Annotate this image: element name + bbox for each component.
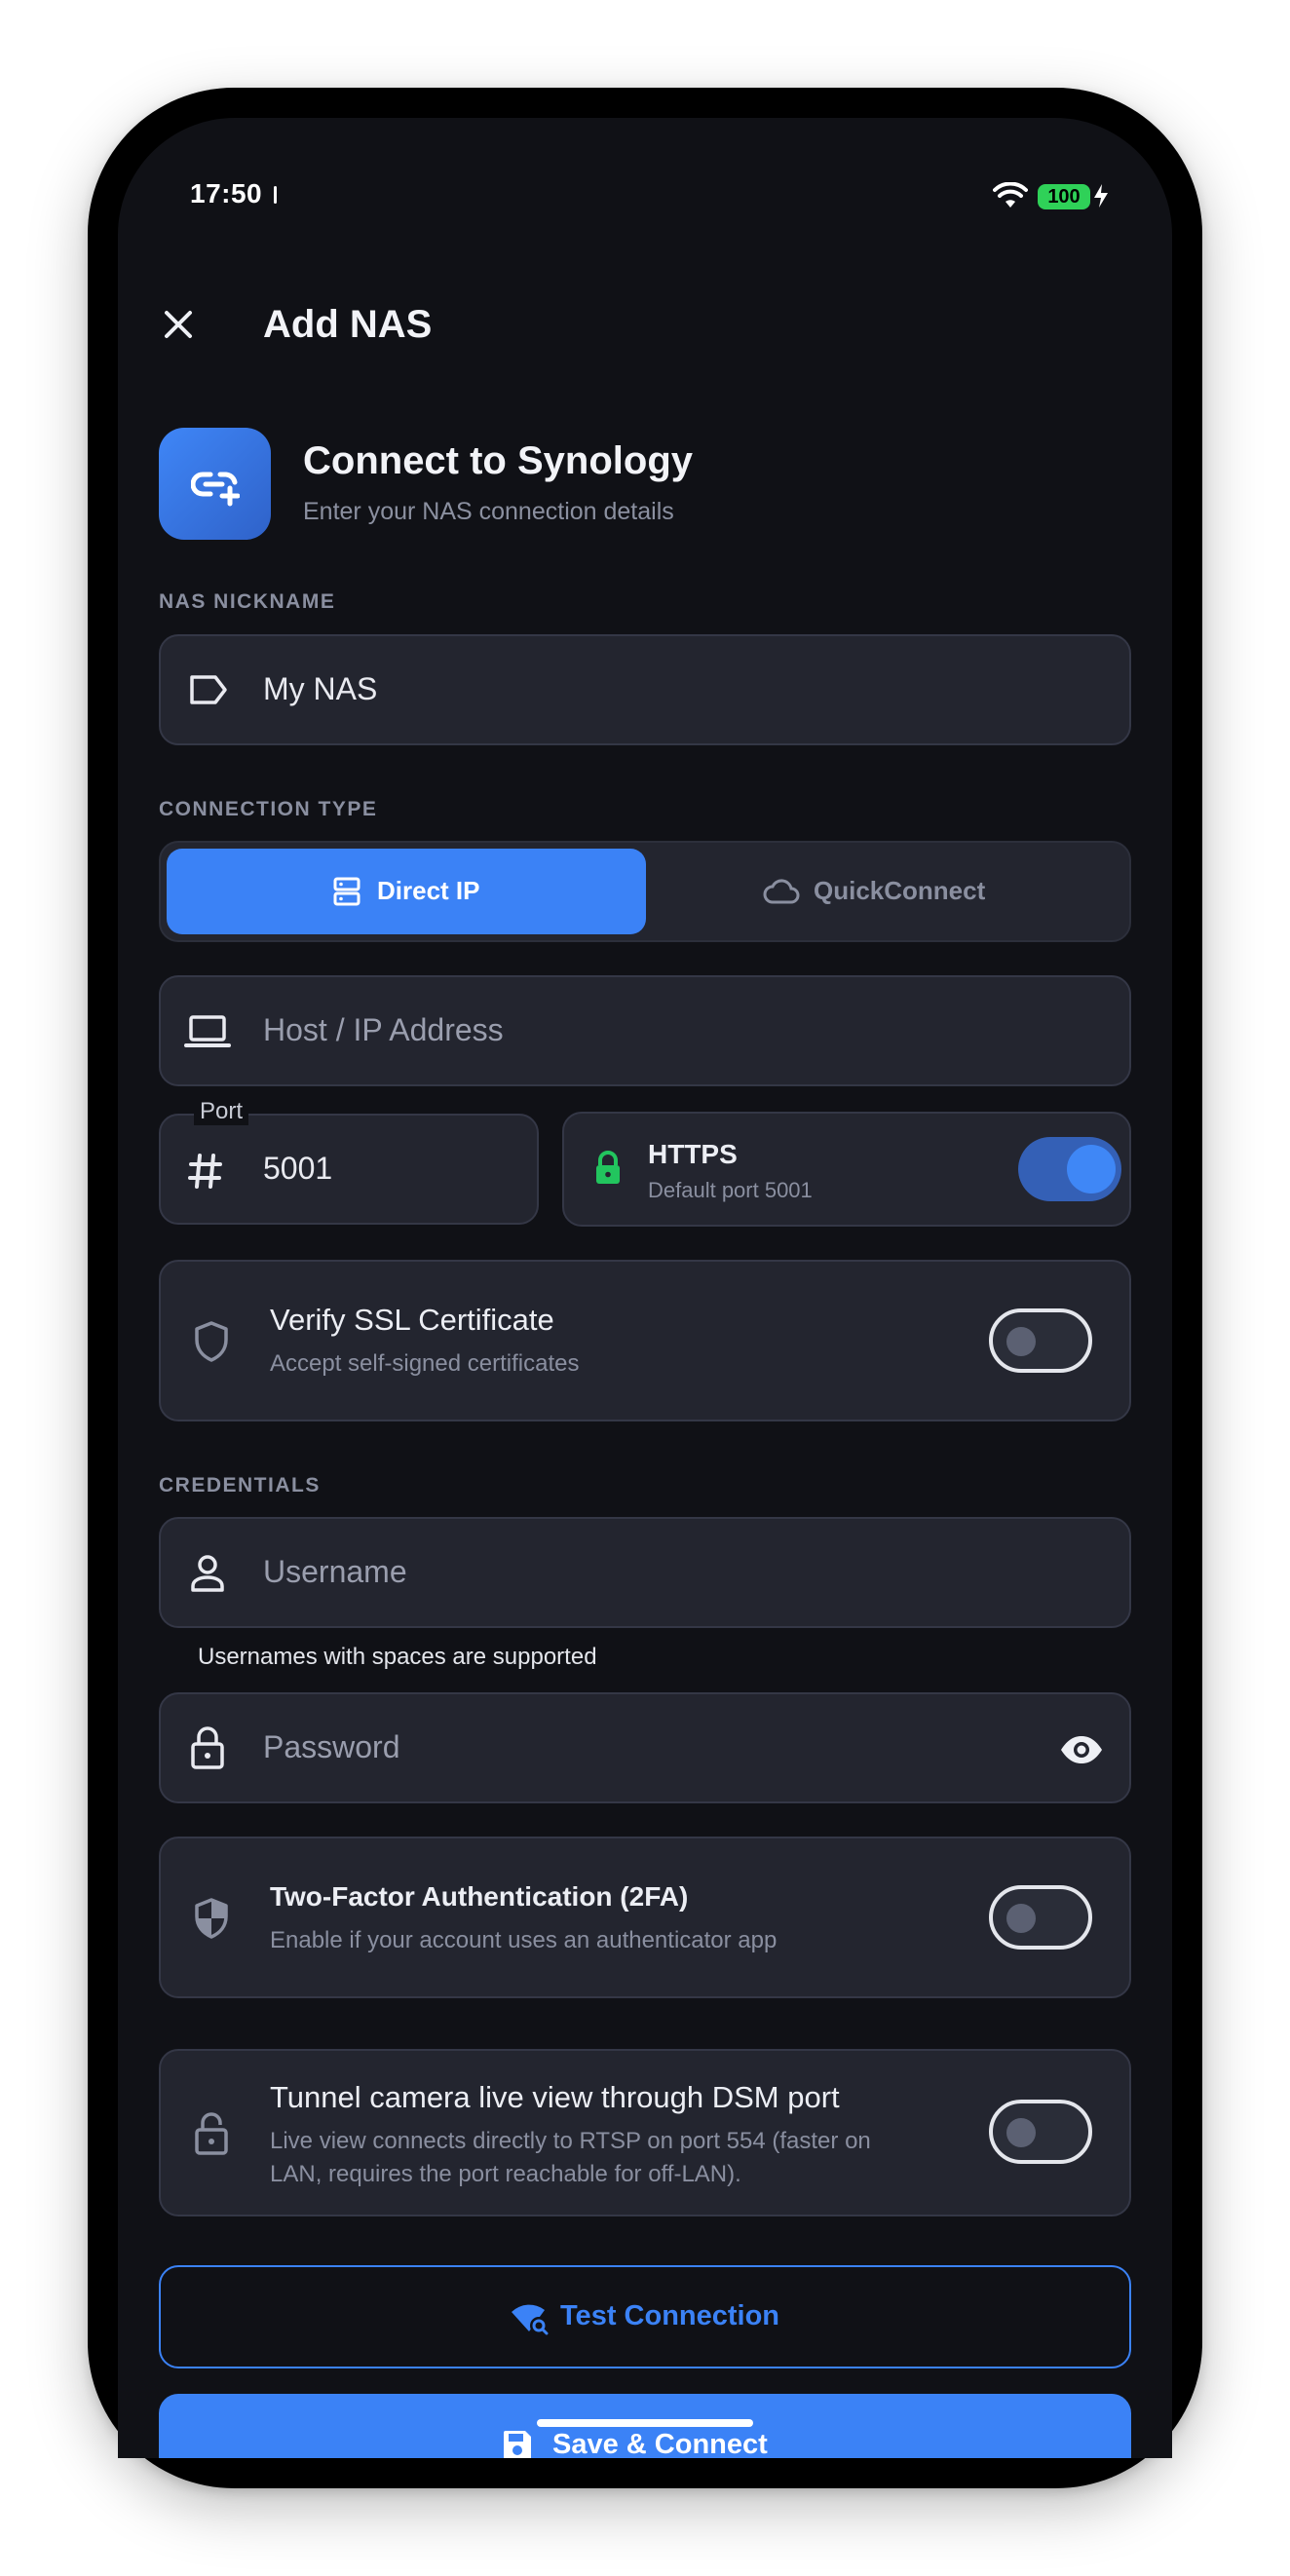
toggle-knob — [1067, 1145, 1116, 1193]
nickname-field[interactable]: My NAS — [159, 634, 1131, 745]
laptop-icon — [184, 1015, 231, 1047]
shield-half-icon — [195, 1898, 228, 1939]
segment-quickconnect-label: QuickConnect — [814, 876, 986, 905]
link-plus-icon — [191, 472, 240, 507]
app-screen: 17:50 100 Add NAS Connect to Synology En… — [118, 118, 1172, 2458]
port-label: Port — [194, 1098, 249, 1125]
test-connection-button[interactable]: Test Connection — [159, 2265, 1131, 2368]
intro-title: Connect to Synology — [303, 439, 693, 482]
tunnel-toggle[interactable] — [989, 2100, 1092, 2164]
connection-logo — [159, 428, 271, 540]
hash-icon — [188, 1154, 222, 1189]
home-indicator — [537, 2419, 753, 2427]
toggle-knob — [1006, 1327, 1036, 1356]
toggle-knob — [1006, 1904, 1036, 1933]
port-value: 5001 — [263, 1151, 333, 1186]
tunnel-subtitle-line2: LAN, requires the port reachable for off… — [270, 2161, 741, 2187]
https-toggle[interactable] — [1018, 1137, 1121, 1201]
host-input[interactable]: Host / IP Address — [159, 975, 1131, 1086]
ssl-subtitle: Accept self-signed certificates — [270, 1350, 580, 1377]
lock-open-icon — [195, 2112, 228, 2155]
test-connection-label: Test Connection — [560, 2300, 780, 2331]
ssl-card: Verify SSL Certificate Accept self-signe… — [159, 1260, 1131, 1421]
password-placeholder: Password — [263, 1729, 400, 1764]
wifi-search-icon — [512, 2304, 549, 2335]
port-input[interactable]: 5001 — [159, 1114, 539, 1225]
status-time: 17:50 — [190, 178, 263, 208]
intro-subtitle: Enter your NAS connection details — [303, 498, 674, 525]
tunnel-title: Tunnel camera live view through DSM port — [270, 2080, 840, 2114]
tunnel-card: Tunnel camera live view through DSM port… — [159, 2049, 1131, 2216]
save-icon — [504, 2431, 531, 2458]
page-title: Add NAS — [263, 303, 433, 346]
lock-icon — [596, 1151, 620, 1184]
username-input[interactable]: Username — [159, 1517, 1131, 1628]
person-icon — [191, 1555, 224, 1592]
two-factor-card: Two-Factor Authentication (2FA) Enable i… — [159, 1837, 1131, 1998]
cloud-icon — [763, 879, 800, 904]
ssl-toggle[interactable] — [989, 1308, 1092, 1373]
https-title: HTTPS — [648, 1139, 738, 1169]
charging-icon — [1094, 184, 1108, 208]
username-placeholder: Username — [263, 1554, 407, 1589]
host-placeholder: Host / IP Address — [263, 1012, 504, 1047]
lock-icon — [191, 1726, 224, 1769]
wifi-icon — [993, 182, 1028, 208]
shield-outline-icon — [195, 1321, 228, 1362]
section-label-connection-type: CONNECTION TYPE — [159, 798, 378, 820]
https-subtitle: Default port 5001 — [648, 1178, 813, 1202]
server-icon — [333, 877, 360, 906]
two-factor-subtitle: Enable if your account uses an authentic… — [270, 1927, 778, 1953]
two-factor-toggle[interactable] — [989, 1885, 1092, 1950]
label-icon — [190, 675, 227, 704]
segment-direct-ip[interactable]: Direct IP — [167, 849, 646, 934]
nickname-value: My NAS — [263, 671, 378, 706]
toggle-knob — [1006, 2118, 1036, 2147]
ssl-title: Verify SSL Certificate — [270, 1303, 554, 1337]
password-input[interactable]: Password — [159, 1692, 1131, 1803]
status-indicator — [274, 186, 277, 204]
two-factor-title: Two-Factor Authentication (2FA) — [270, 1881, 689, 1912]
https-card: HTTPS Default port 5001 — [562, 1112, 1131, 1227]
segment-direct-ip-label: Direct IP — [377, 876, 480, 905]
username-helper-text: Usernames with spaces are supported — [198, 1644, 597, 1670]
battery-indicator: 100 — [1038, 184, 1090, 209]
close-icon[interactable] — [155, 301, 202, 348]
section-label-credentials: CREDENTIALS — [159, 1474, 321, 1496]
tunnel-subtitle-line1: Live view connects directly to RTSP on p… — [270, 2128, 871, 2154]
segment-quickconnect[interactable]: QuickConnect — [654, 849, 1123, 934]
save-connect-label: Save & Connect — [552, 2429, 768, 2458]
section-label-nickname: NAS NICKNAME — [159, 590, 336, 613]
eye-icon[interactable] — [1059, 1735, 1104, 1764]
